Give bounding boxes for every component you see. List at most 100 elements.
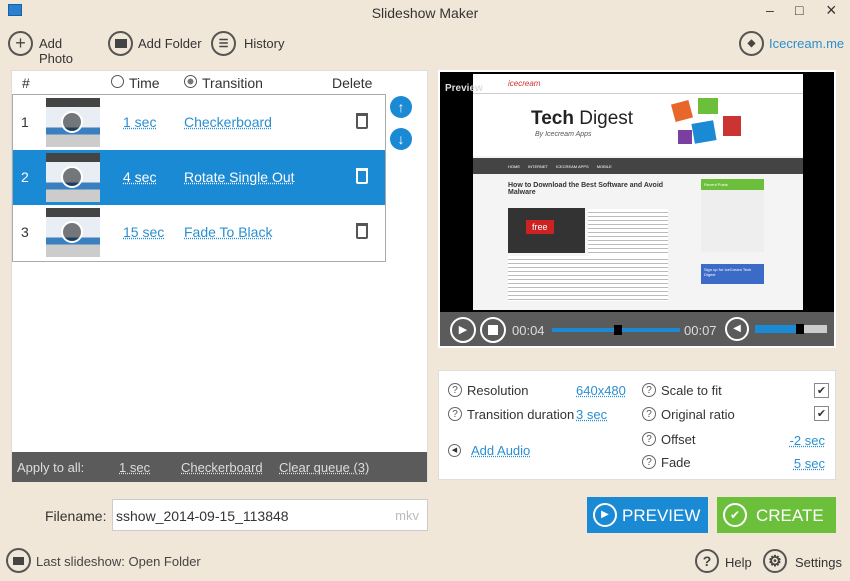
folder-icon xyxy=(108,31,133,56)
play-button[interactable]: ▶ xyxy=(450,317,476,343)
filename-extension: mkv xyxy=(395,508,419,523)
preview-page-subtitle: By Icecream Apps xyxy=(535,131,592,138)
move-up-button[interactable]: ↑ xyxy=(390,96,412,118)
minimize-button[interactable]: – xyxy=(766,2,774,18)
settings-panel: ? Resolution 640x480 ? Transition durati… xyxy=(438,370,836,480)
clock-icon xyxy=(111,75,124,88)
player-controls: ▶ 00:04 00:07 ◀ xyxy=(440,312,834,346)
row-number: 2 xyxy=(21,169,29,185)
icecream-link[interactable]: ◆ Icecream.me xyxy=(739,31,844,57)
help-icon[interactable]: ? xyxy=(642,432,656,446)
preview-article-title: How to Download the Best Software and Av… xyxy=(508,182,664,196)
help-icon[interactable]: ? xyxy=(448,383,462,397)
icecream-logo-icon: ◆ xyxy=(739,31,764,56)
table-row[interactable]: 3 15 sec Fade To Black xyxy=(13,205,385,260)
play-icon xyxy=(61,111,83,133)
transition-duration-link[interactable]: 3 sec xyxy=(576,407,607,422)
header-time: Time xyxy=(129,75,160,91)
preview-label: Preview xyxy=(445,83,483,94)
preview-nav: HOME INTERNET ICECREAM APPS MOBILE xyxy=(473,158,803,174)
header-transition: Transition xyxy=(202,75,263,91)
trash-icon[interactable] xyxy=(356,168,368,184)
original-ratio-label: Original ratio xyxy=(661,407,735,422)
scale-to-fit-checkbox[interactable]: ✔ xyxy=(814,383,829,398)
last-slideshow-text: Last slideshow: Open Folder xyxy=(36,554,201,569)
apply-label: Apply to all: xyxy=(17,460,85,475)
preview-page-title: Tech Digest xyxy=(531,108,634,129)
icecream-me-label: Icecream.me xyxy=(769,36,845,51)
seek-slider[interactable] xyxy=(552,325,680,335)
preview-signup: Sign up for IceCream Tech Digest xyxy=(701,264,764,284)
add-photo-label: Add Photo xyxy=(39,36,73,66)
add-audio-link[interactable]: Add Audio xyxy=(471,443,530,458)
volume-slider[interactable] xyxy=(755,324,827,334)
close-button[interactable]: × xyxy=(826,0,837,21)
filename-input[interactable]: sshow_2014-09-15_113848 mkv xyxy=(112,499,428,531)
help-icon[interactable]: ? xyxy=(642,455,656,469)
last-slideshow-link[interactable]: Last slideshow: Open Folder xyxy=(6,548,206,574)
table-row[interactable]: 2 4 sec Rotate Single Out xyxy=(13,150,385,205)
row-transition[interactable]: Checkerboard xyxy=(184,114,272,130)
help-icon[interactable]: ? xyxy=(642,407,656,421)
row-number: 1 xyxy=(21,114,29,130)
slide-thumbnail xyxy=(46,98,100,147)
fade-label: Fade xyxy=(661,455,691,470)
volume-button[interactable]: ◀ xyxy=(725,317,749,341)
row-time[interactable]: 4 sec xyxy=(123,169,156,185)
help-icon[interactable]: ? xyxy=(448,407,462,421)
preview-sidebar-head: Recent Posts xyxy=(701,179,764,190)
row-time[interactable]: 15 sec xyxy=(123,224,164,240)
resolution-link[interactable]: 640x480 xyxy=(576,383,626,398)
transition-duration-label: Transition duration xyxy=(467,407,575,422)
plus-icon: + xyxy=(8,31,33,56)
settings-button[interactable]: ⚙ Settings xyxy=(763,549,848,575)
apply-transition-link[interactable]: Checkerboard xyxy=(181,460,263,475)
create-button[interactable]: ✔ CREATE xyxy=(717,497,836,533)
add-photo-button[interactable]: + Add Photo xyxy=(8,31,98,66)
resolution-label: Resolution xyxy=(467,383,529,398)
row-number: 3 xyxy=(21,224,29,240)
original-ratio-checkbox[interactable]: ✔ xyxy=(814,406,829,421)
transition-icon xyxy=(184,75,197,88)
fade-link[interactable]: 5 sec xyxy=(794,456,825,471)
trash-icon[interactable] xyxy=(356,223,368,239)
preview-button[interactable]: ▶ PREVIEW xyxy=(587,497,708,533)
maximize-button[interactable]: □ xyxy=(795,2,803,18)
help-label: Help xyxy=(725,555,752,570)
trash-icon[interactable] xyxy=(356,113,368,129)
move-down-button[interactable]: ↓ xyxy=(390,128,412,150)
add-folder-button[interactable]: Add Folder xyxy=(108,31,203,57)
apply-time-link[interactable]: 1 sec xyxy=(119,460,150,475)
folder-icon xyxy=(6,548,31,573)
scale-to-fit-label: Scale to fit xyxy=(661,383,722,398)
row-transition[interactable]: Rotate Single Out xyxy=(184,169,295,185)
list-icon: ☰ xyxy=(211,31,236,56)
total-time: 00:07 xyxy=(684,323,717,338)
slide-thumbnail xyxy=(46,153,100,202)
history-button[interactable]: ☰ History xyxy=(211,31,291,57)
help-icon[interactable]: ? xyxy=(642,383,656,397)
window-title: Slideshow Maker xyxy=(371,5,479,21)
speaker-icon: ◀ xyxy=(448,444,461,457)
header-number: # xyxy=(22,75,30,91)
play-icon: ▶ xyxy=(593,503,617,527)
row-time[interactable]: 1 sec xyxy=(123,114,156,130)
preview-button-label: PREVIEW xyxy=(622,506,701,525)
play-icon xyxy=(61,166,83,188)
row-transition[interactable]: Fade To Black xyxy=(184,224,272,240)
preview-panel: Preview icecream Tech Digest By Icecream… xyxy=(438,70,836,348)
preview-key-image: free xyxy=(508,208,585,253)
history-label: History xyxy=(244,36,285,51)
table-row[interactable]: 1 1 sec Checkerboard xyxy=(13,95,385,150)
check-icon: ✔ xyxy=(723,503,747,527)
apply-to-all-bar: Apply to all: 1 sec Checkerboard Clear q… xyxy=(12,452,427,482)
header-delete: Delete xyxy=(332,75,373,91)
gear-icon: ⚙ xyxy=(763,549,787,573)
create-button-label: CREATE xyxy=(756,506,824,525)
stop-button[interactable] xyxy=(480,317,506,343)
offset-link[interactable]: -2 sec xyxy=(790,433,825,448)
help-button[interactable]: ? Help xyxy=(695,549,755,575)
clear-queue-link[interactable]: Clear queue (3) xyxy=(279,460,369,475)
offset-label: Offset xyxy=(661,432,696,447)
add-folder-label: Add Folder xyxy=(138,36,202,51)
